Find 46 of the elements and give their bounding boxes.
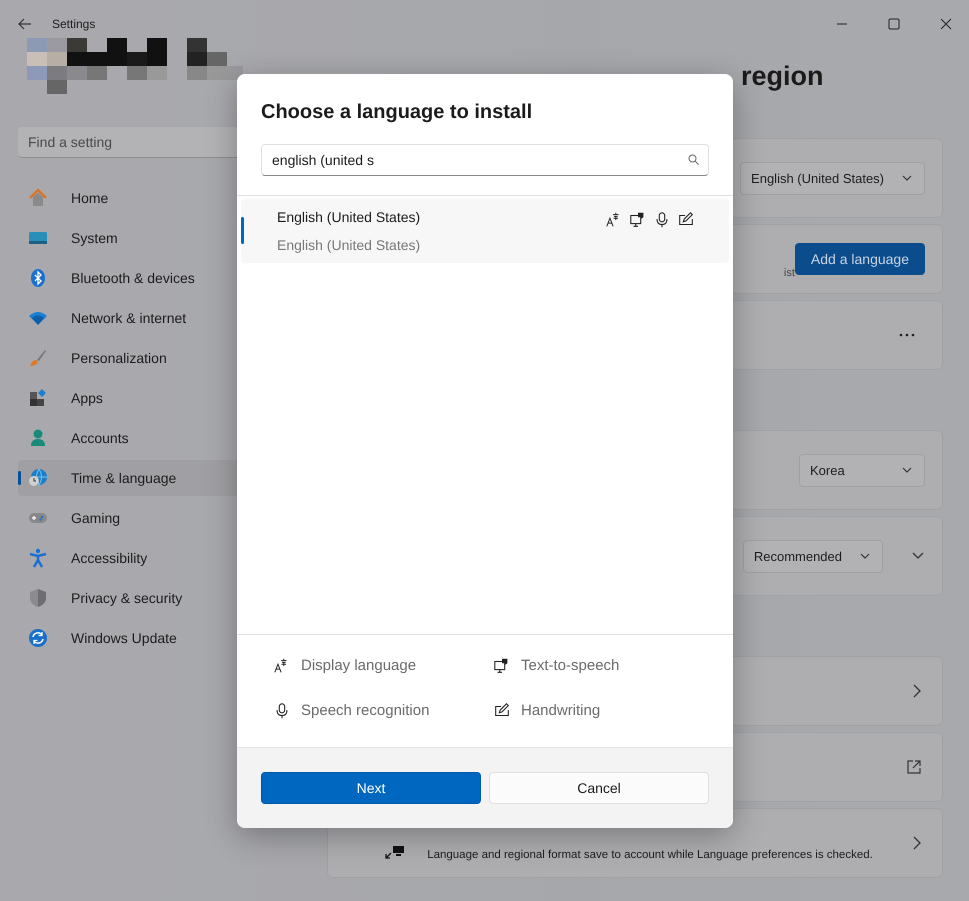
feature-label: Display language bbox=[301, 657, 416, 674]
nav-item[interactable]: Gaming bbox=[18, 500, 318, 536]
monitor-arrow-icon bbox=[385, 845, 406, 859]
add-language-button[interactable]: Add a language bbox=[794, 243, 925, 275]
dropdown[interactable]: Recommended bbox=[742, 540, 883, 572]
window-title: Settings bbox=[52, 17, 96, 31]
language-subtitle: English (United States) bbox=[277, 237, 420, 253]
nav-item[interactable]: Accessibility bbox=[18, 540, 318, 576]
description-text: Language and regional format save to account while Language preferences is checked. bbox=[427, 849, 873, 861]
nav-item[interactable]: Privacy & security bbox=[18, 580, 318, 616]
feature-label: Text-to-speech bbox=[521, 657, 620, 674]
nav-item[interactable]: Accounts bbox=[18, 420, 318, 456]
update-icon bbox=[28, 628, 48, 648]
back-icon[interactable] bbox=[18, 18, 32, 30]
home-icon bbox=[28, 188, 48, 208]
globe-clock-icon bbox=[28, 468, 48, 488]
next-button[interactable]: Next bbox=[261, 772, 481, 804]
nav-item[interactable]: Apps bbox=[18, 380, 318, 416]
dialog-title: Choose a language to install bbox=[261, 101, 534, 124]
brush-icon bbox=[28, 348, 48, 368]
dropdown[interactable]: English (United States) bbox=[740, 162, 925, 194]
nav-item[interactable]: Network & internet bbox=[18, 300, 318, 336]
feature-label: Speech recognition bbox=[301, 702, 430, 719]
dropdown[interactable]: Korea bbox=[799, 454, 925, 486]
chevron-right-icon[interactable] bbox=[913, 684, 921, 698]
external-link-icon[interactable] bbox=[907, 760, 921, 774]
language-list-item[interactable]: English (United States) English (United States) bbox=[241, 199, 729, 263]
nav-item[interactable]: Personalization bbox=[18, 340, 318, 376]
chevron-right-icon[interactable] bbox=[913, 836, 922, 850]
person-icon bbox=[28, 428, 48, 448]
description-text: ist bbox=[784, 267, 795, 279]
search-icon bbox=[688, 154, 699, 165]
maximize-icon[interactable] bbox=[888, 18, 900, 30]
shield-icon bbox=[28, 588, 48, 608]
bluetooth-icon bbox=[28, 268, 48, 288]
feature-label: Handwriting bbox=[521, 702, 600, 719]
apps-icon bbox=[28, 388, 48, 408]
cancel-button[interactable]: Cancel bbox=[489, 772, 709, 804]
nav-item[interactable]: Bluetooth & devices bbox=[18, 260, 318, 296]
more-icon[interactable] bbox=[899, 333, 915, 337]
nav-item[interactable]: Windows Update bbox=[18, 620, 318, 656]
page-title: region bbox=[741, 60, 824, 92]
accessibility-icon bbox=[28, 548, 48, 568]
language-name: English (United States) bbox=[277, 209, 420, 225]
search-field[interactable]: english (united s bbox=[261, 144, 709, 176]
close-icon[interactable] bbox=[940, 18, 952, 30]
